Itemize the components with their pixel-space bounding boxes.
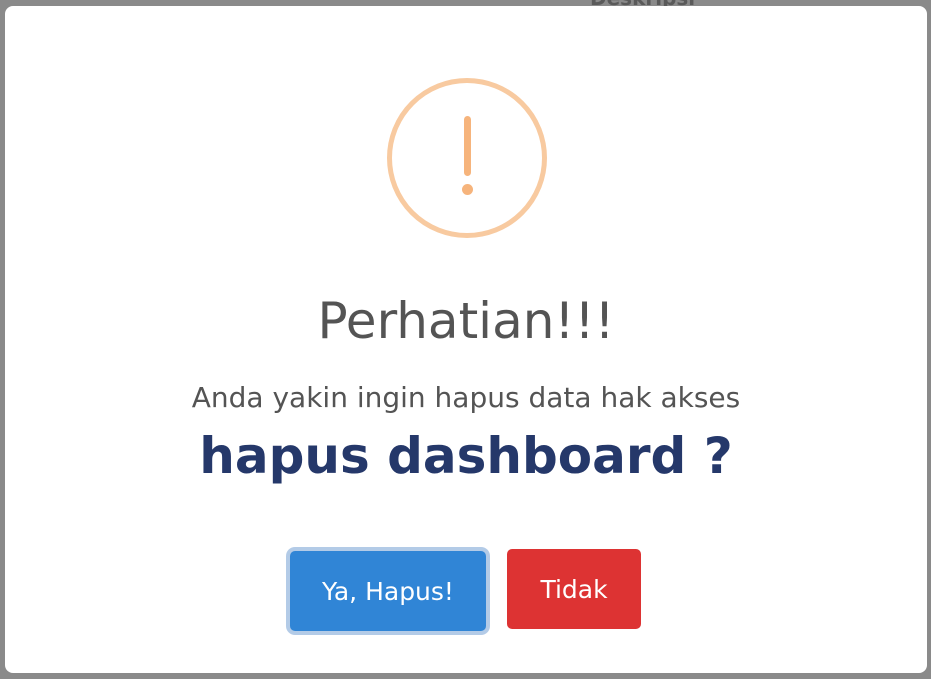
exclamation-bar [464, 116, 471, 176]
cancel-button[interactable]: Tidak [507, 549, 641, 629]
exclamation-dot [462, 184, 473, 195]
warning-icon [387, 78, 547, 238]
dialog-actions: Ya, Hapus! Tidak [5, 546, 927, 636]
confirm-delete-button[interactable]: Ya, Hapus! [290, 551, 486, 631]
dialog-title: Perhatian!!! [317, 292, 615, 350]
confirmation-dialog: Perhatian!!! Anda yakin ingin hapus data… [5, 6, 927, 673]
dialog-message: Anda yakin ingin hapus data hak akses [191, 381, 741, 414]
dialog-target-name: hapus dashboard ? [199, 427, 733, 485]
